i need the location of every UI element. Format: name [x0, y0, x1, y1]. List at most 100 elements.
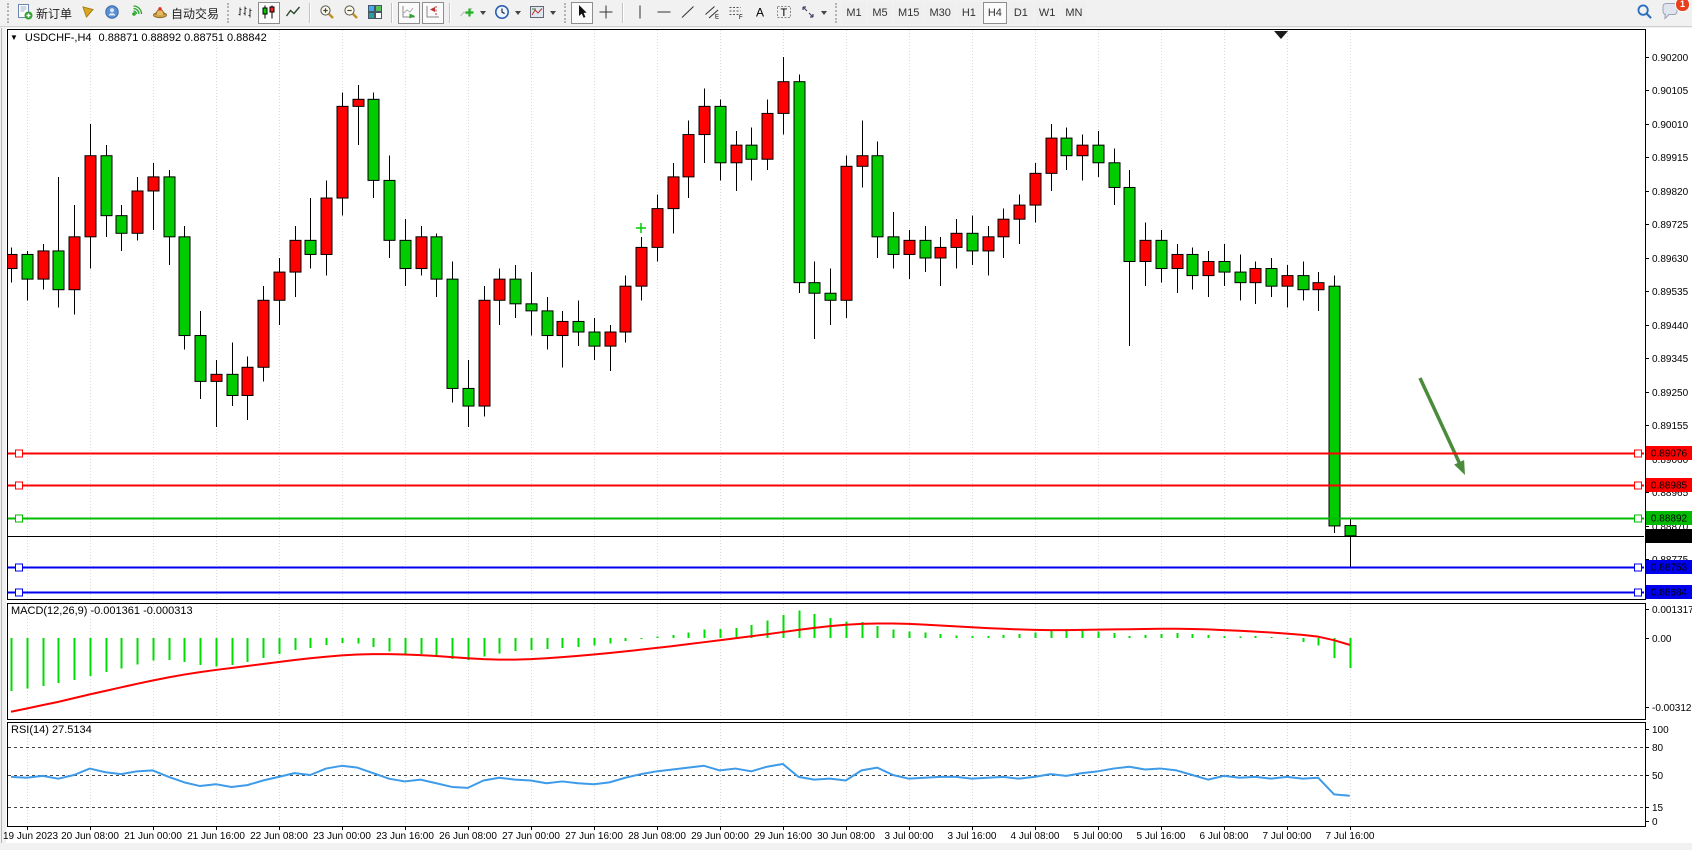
tile-windows-button[interactable]: [364, 2, 386, 24]
equidistant-channel-tool-button[interactable]: E: [701, 2, 723, 24]
candle: [715, 106, 726, 162]
candle: [510, 279, 521, 304]
zoom-out-button[interactable]: [340, 2, 362, 24]
candle: [1313, 283, 1324, 290]
user-profile-button[interactable]: [101, 2, 123, 24]
horizontal-line-tool-button[interactable]: [653, 2, 675, 24]
time-axis-label[interactable]: 4 Jul 08:00: [1011, 831, 1060, 842]
trendline-tool-button[interactable]: [677, 2, 699, 24]
time-axis-label[interactable]: 20 Jun 08:00: [61, 831, 119, 842]
line-handle[interactable]: [16, 589, 23, 596]
signals-icon: [128, 4, 144, 23]
auto-scroll-button[interactable]: [398, 2, 420, 24]
time-axis-label[interactable]: 23 Jun 16:00: [376, 831, 434, 842]
notification-badge[interactable]: 1: [1675, 0, 1690, 12]
time-axis-label[interactable]: 21 Jun 16:00: [187, 831, 245, 842]
periods-dropdown-caret: [515, 11, 521, 15]
time-axis-label[interactable]: 21 Jun 00:00: [124, 831, 182, 842]
time-axis-label[interactable]: 6 Jul 08:00: [1200, 831, 1249, 842]
svg-text:0.88684: 0.88684: [1651, 588, 1688, 599]
cursor-button[interactable]: [571, 2, 593, 24]
svg-text:-0.003128: -0.003128: [1652, 703, 1692, 714]
time-axis-label[interactable]: 28 Jun 08:00: [628, 831, 686, 842]
toolbar-grip[interactable]: [835, 3, 837, 23]
line-handle[interactable]: [1635, 482, 1642, 489]
svg-text:0: 0: [1652, 817, 1658, 828]
fibonacci-tool-button[interactable]: F: [725, 2, 747, 24]
crosshair-button[interactable]: [595, 2, 617, 24]
toolbar-grip[interactable]: [7, 3, 9, 23]
timeframe-button-m5[interactable]: M5: [868, 2, 892, 24]
indicators-button[interactable]: [456, 2, 489, 24]
candle: [1329, 286, 1340, 526]
zoom-in-button[interactable]: [316, 2, 338, 24]
autotrading-button[interactable]: 自动交易: [149, 2, 222, 24]
toolbar-grip[interactable]: [227, 3, 229, 23]
line-handle[interactable]: [1635, 589, 1642, 596]
timeframe-button-m30[interactable]: M30: [925, 2, 954, 24]
timeframe-button-m1[interactable]: M1: [842, 2, 866, 24]
candle: [636, 247, 647, 286]
arrows-tool-button[interactable]: [797, 2, 830, 24]
mql5-community-button[interactable]: [77, 2, 99, 24]
app: 新订单 自动交易: [0, 0, 1692, 850]
line-handle[interactable]: [16, 450, 23, 457]
time-axis-label[interactable]: 26 Jun 08:00: [439, 831, 497, 842]
candle: [274, 272, 285, 300]
time-axis-label[interactable]: 7 Jul 00:00: [1263, 831, 1312, 842]
chart-dropdown-icon[interactable]: ▼: [10, 34, 18, 42]
bar-chart-button[interactable]: [234, 2, 256, 24]
time-axis-label[interactable]: 19 Jun 2023: [3, 831, 58, 842]
time-axis-label[interactable]: 29 Jun 00:00: [691, 831, 749, 842]
vertical-line-tool-button[interactable]: [629, 2, 651, 24]
chart-shift-button[interactable]: [422, 2, 444, 24]
candlestick-chart-button[interactable]: [258, 2, 280, 24]
candle: [227, 374, 238, 395]
candle: [305, 240, 316, 254]
text-label-tool-button[interactable]: T: [773, 2, 795, 24]
candle: [85, 156, 96, 237]
templates-icon: [529, 4, 545, 23]
candle: [841, 166, 852, 300]
time-axis-label[interactable]: 7 Jul 16:00: [1326, 831, 1375, 842]
candle: [368, 99, 379, 180]
timeframe-button-h4[interactable]: H4: [983, 2, 1007, 24]
candle: [935, 247, 946, 258]
timeframe-button-m15[interactable]: M15: [894, 2, 923, 24]
search-button[interactable]: [1633, 2, 1656, 24]
chart-title: ▼ USDCHF-,H4 0.88871 0.88892 0.88751 0.8…: [10, 32, 267, 44]
line-handle[interactable]: [16, 515, 23, 522]
text-tool-button[interactable]: A: [749, 2, 771, 24]
time-axis-label[interactable]: 23 Jun 00:00: [313, 831, 371, 842]
line-handle[interactable]: [1635, 564, 1642, 571]
line-handle[interactable]: [16, 482, 23, 489]
signals-button[interactable]: [125, 2, 147, 24]
time-axis-label[interactable]: 27 Jun 00:00: [502, 831, 560, 842]
timeframe-button-w1[interactable]: W1: [1035, 2, 1060, 24]
timeframe-button-mn[interactable]: MN: [1061, 2, 1086, 24]
candle: [904, 240, 915, 254]
line-handle[interactable]: [16, 564, 23, 571]
toolbar-grip[interactable]: [564, 3, 566, 23]
candle: [983, 237, 994, 251]
new-order-button[interactable]: 新订单: [14, 2, 75, 24]
periods-button[interactable]: [491, 2, 524, 24]
time-axis-label[interactable]: 30 Jun 08:00: [817, 831, 875, 842]
time-axis-label[interactable]: 5 Jul 16:00: [1137, 831, 1186, 842]
toolbar-separator: [449, 3, 451, 23]
time-axis-label[interactable]: 5 Jul 00:00: [1074, 831, 1123, 842]
timeframe-button-d1[interactable]: D1: [1009, 2, 1033, 24]
chart-canvas[interactable]: 0.902000.901050.900100.899150.898200.897…: [0, 0, 1692, 850]
svg-text:50: 50: [1652, 771, 1664, 782]
line-handle[interactable]: [1635, 515, 1642, 522]
time-axis-label[interactable]: 3 Jul 00:00: [885, 831, 934, 842]
time-axis-label[interactable]: 27 Jun 16:00: [565, 831, 623, 842]
line-chart-button[interactable]: [282, 2, 304, 24]
candle: [1345, 526, 1356, 536]
timeframe-button-h1[interactable]: H1: [957, 2, 981, 24]
time-axis-label[interactable]: 22 Jun 08:00: [250, 831, 308, 842]
time-axis-label[interactable]: 3 Jul 16:00: [948, 831, 997, 842]
time-axis-label[interactable]: 29 Jun 16:00: [754, 831, 812, 842]
templates-button[interactable]: [526, 2, 559, 24]
line-handle[interactable]: [1635, 450, 1642, 457]
